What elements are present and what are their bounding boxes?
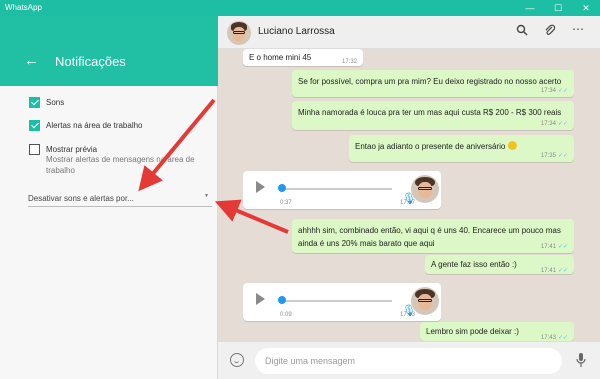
- chevron-down-icon: ▼: [204, 193, 209, 199]
- desktop-alerts-checkbox[interactable]: [29, 120, 40, 131]
- sounds-label: Sons: [46, 98, 65, 107]
- read-receipt-icon: ✓✓: [557, 244, 568, 250]
- more-vertical-icon[interactable]: ⋯: [572, 22, 584, 36]
- show-preview-description: Mostrar alertas de mensagens na área de …: [46, 155, 195, 175]
- title-bar: WhatsApp — ☐ ✕: [0, 0, 600, 16]
- arrow-left-icon[interactable]: ←: [24, 53, 39, 68]
- message-outgoing: Lembro sim pode deixar :) 17:43 ✓✓: [420, 322, 574, 341]
- voice-message: 0:09 17:43 🎙: [243, 283, 441, 321]
- desktop-alerts-label: Alertas na área de trabalho: [46, 121, 143, 130]
- read-receipt-icon: ✓✓: [557, 153, 568, 159]
- audio-progress[interactable]: [280, 188, 392, 190]
- chat-header: Luciano Larrossa ⋯: [218, 16, 600, 49]
- message-outgoing: Entao ja adianto o presente de aniversár…: [349, 135, 574, 162]
- audio-scrubber[interactable]: [278, 296, 286, 304]
- notifications-header: ← Notificações: [0, 16, 218, 86]
- message-outgoing: Se for possível, compra um pra mim? Eu d…: [292, 70, 574, 97]
- chat-panel: Luciano Larrossa ⋯ E o home mini 45 17:3…: [218, 16, 600, 379]
- maximize-button[interactable]: ☐: [544, 0, 572, 16]
- read-receipt-icon: ✓✓: [557, 88, 568, 94]
- paperclip-icon[interactable]: [544, 24, 556, 40]
- voice-message: 0:37 17:37 🎙: [243, 171, 441, 209]
- avatar: [411, 175, 439, 203]
- whatsapp-window: WhatsApp — ☐ ✕ ← Notificações Sons Alert…: [0, 0, 600, 379]
- panel-title: Notificações: [55, 54, 126, 69]
- read-receipt-icon: ✓✓: [557, 268, 568, 274]
- message-list[interactable]: E o home mini 45 17:32 Se for possível, …: [218, 49, 600, 341]
- message-outgoing: A gente faz isso então :) 17:41 ✓✓: [425, 255, 574, 274]
- avatar[interactable]: [227, 21, 251, 45]
- message-input[interactable]: Digite uma mensagem: [255, 348, 562, 374]
- mute-dropdown[interactable]: Desativar sons e alertas por... ▼: [28, 190, 212, 207]
- sounds-checkbox[interactable]: [29, 97, 40, 108]
- play-icon[interactable]: [256, 293, 265, 305]
- read-receipt-icon: ✓✓: [557, 121, 568, 127]
- emoji-icon[interactable]: [230, 353, 244, 367]
- message-outgoing: Minha namorada é louca pra ter um mas aq…: [292, 101, 574, 130]
- microphone-icon[interactable]: [576, 352, 586, 371]
- message-incoming: E o home mini 45 17:32: [243, 49, 363, 66]
- contact-name[interactable]: Luciano Larrossa: [258, 26, 335, 37]
- minimize-button[interactable]: —: [516, 0, 544, 16]
- close-button[interactable]: ✕: [572, 0, 600, 16]
- message-outgoing: ahhhh sim, combinado então, vi aqui q é …: [292, 219, 574, 253]
- notifications-panel: ← Notificações Sons Alertas na área de t…: [0, 16, 218, 379]
- show-preview-label: Mostrar prévia: [46, 145, 98, 154]
- avatar: [411, 287, 439, 315]
- audio-progress[interactable]: [280, 300, 392, 302]
- mute-dropdown-label: Desativar sons e alertas por...: [28, 194, 134, 203]
- composer: Digite uma mensagem: [218, 341, 600, 379]
- show-preview-checkbox[interactable]: [29, 144, 40, 155]
- audio-scrubber[interactable]: [278, 184, 286, 192]
- window-title: WhatsApp: [5, 3, 42, 12]
- play-icon[interactable]: [256, 181, 265, 193]
- search-icon[interactable]: [516, 24, 528, 39]
- message-placeholder: Digite uma mensagem: [265, 356, 356, 366]
- emoji-icon: [507, 141, 517, 150]
